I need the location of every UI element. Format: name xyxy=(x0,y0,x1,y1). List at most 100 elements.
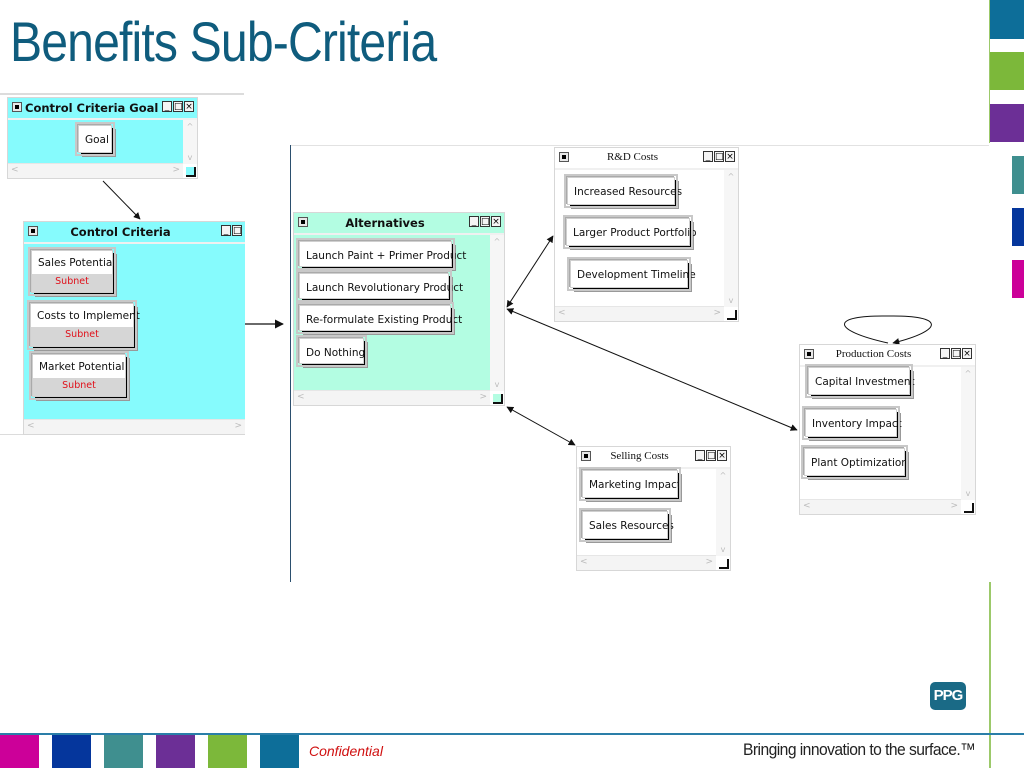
node-costs-to-implement[interactable]: Costs to Implement Subnet xyxy=(27,300,140,350)
node-sales-potential[interactable]: Sales Potential Subnet xyxy=(28,247,116,296)
window-title: Selling Costs xyxy=(610,450,669,462)
vertical-scrollbar[interactable]: ^ v xyxy=(961,367,975,500)
scroll-up-icon[interactable]: ^ xyxy=(963,369,973,378)
resize-grip[interactable] xyxy=(719,559,729,569)
node-development-timeline[interactable]: Development Timeline xyxy=(567,257,696,291)
scroll-right-icon[interactable]: > xyxy=(172,165,180,175)
window-titlebar[interactable]: Control Criteria _ □ xyxy=(24,222,245,244)
window-titlebar[interactable]: Selling Costs _ □ × xyxy=(577,447,730,469)
system-menu-icon[interactable] xyxy=(581,451,591,461)
system-menu-icon[interactable] xyxy=(298,217,308,227)
scroll-down-icon[interactable]: v xyxy=(726,296,736,305)
maximize-icon[interactable]: □ xyxy=(714,151,724,162)
scroll-up-icon[interactable]: ^ xyxy=(726,172,736,181)
close-icon[interactable]: × xyxy=(962,348,972,359)
minimize-icon[interactable]: _ xyxy=(469,216,479,227)
scroll-left-icon[interactable]: < xyxy=(11,165,19,175)
system-menu-icon[interactable] xyxy=(12,102,22,112)
node-market-potential[interactable]: Market Potential Subnet xyxy=(29,351,129,400)
vertical-scrollbar[interactable]: ^ v xyxy=(183,120,197,164)
window-rd-costs[interactable]: R&D Costs _ □ × ^ v < > Increased Resource… xyxy=(554,147,739,322)
window-selling-costs[interactable]: Selling Costs _ □ × ^ v < > Marketing Impa… xyxy=(576,446,731,571)
maximize-icon[interactable]: □ xyxy=(706,450,716,461)
node-sales-resources[interactable]: Sales Resources xyxy=(579,508,674,542)
node-plant-optimization[interactable]: Plant Optimization xyxy=(801,445,908,479)
vertical-scrollbar[interactable]: ^ v xyxy=(490,235,504,391)
footer-rule xyxy=(0,733,1024,735)
resize-grip[interactable] xyxy=(186,167,196,177)
scroll-left-icon[interactable]: < xyxy=(27,421,35,431)
close-icon[interactable]: × xyxy=(184,101,194,112)
horizontal-scrollbar[interactable]: < > xyxy=(294,390,490,405)
vertical-scrollbar[interactable]: ^ v xyxy=(716,469,730,556)
scroll-left-icon[interactable]: < xyxy=(580,557,588,567)
self-loop-production-costs xyxy=(844,315,932,345)
scroll-down-icon[interactable]: v xyxy=(718,545,728,554)
window-titlebar[interactable]: R&D Costs _ □ × xyxy=(555,148,738,170)
minimize-icon[interactable]: _ xyxy=(162,101,172,112)
window-titlebar[interactable]: Control Criteria Goal _ □ × xyxy=(8,98,197,120)
minimize-icon[interactable]: _ xyxy=(940,348,950,359)
scroll-left-icon[interactable]: < xyxy=(558,308,566,318)
node-goal[interactable]: Goal xyxy=(75,122,115,156)
node-do-nothing[interactable]: Do Nothing xyxy=(296,335,367,367)
minimize-icon[interactable]: _ xyxy=(703,151,713,162)
scroll-up-icon[interactable]: ^ xyxy=(492,237,502,246)
node-larger-product-portfolio[interactable]: Larger Product Portfolio xyxy=(563,215,697,249)
close-icon[interactable]: × xyxy=(491,216,501,227)
scroll-down-icon[interactable]: v xyxy=(185,153,195,162)
scroll-down-icon[interactable]: v xyxy=(492,380,502,389)
arrow-goal-to-control-criteria xyxy=(102,180,141,220)
maximize-icon[interactable]: □ xyxy=(173,101,183,112)
scroll-right-icon[interactable]: > xyxy=(950,501,958,511)
subnet-label: Subnet xyxy=(65,328,99,340)
system-menu-icon[interactable] xyxy=(804,349,814,359)
window-titlebar[interactable]: Alternatives _ □ × xyxy=(294,213,504,235)
scroll-right-icon[interactable]: > xyxy=(705,557,713,567)
horizontal-scrollbar[interactable]: < > xyxy=(800,499,961,514)
maximize-icon[interactable]: □ xyxy=(232,225,242,236)
scroll-left-icon[interactable]: < xyxy=(297,392,305,402)
node-marketing-impact[interactable]: Marketing Impact xyxy=(579,467,681,501)
node-capital-investment[interactable]: Capital Investment xyxy=(805,364,915,398)
footer-bar-navy xyxy=(52,735,91,768)
horizontal-scrollbar[interactable]: < > xyxy=(577,555,716,570)
minimize-icon[interactable]: _ xyxy=(221,225,231,236)
horizontal-scrollbar[interactable]: < > xyxy=(555,306,724,321)
maximize-icon[interactable]: □ xyxy=(951,348,961,359)
footer-bar-green xyxy=(208,735,247,768)
window-alternatives[interactable]: Alternatives _ □ × ^ v < > Launch Paint + … xyxy=(293,212,505,406)
window-production-costs[interactable]: Production Costs _ □ × ^ v < > Capital Inv… xyxy=(799,344,976,515)
horizontal-scrollbar[interactable]: < > xyxy=(8,163,183,178)
ppg-logo-text: PPG xyxy=(933,687,964,704)
window-control-criteria[interactable]: Control Criteria _ □ < > Sales Potential … xyxy=(23,221,245,435)
scroll-down-icon[interactable]: v xyxy=(963,489,973,498)
system-menu-icon[interactable] xyxy=(28,226,38,236)
resize-grip[interactable] xyxy=(727,310,737,320)
scroll-right-icon[interactable]: > xyxy=(479,392,487,402)
scroll-right-icon[interactable]: > xyxy=(234,421,242,431)
footer-bar-brand-blue xyxy=(260,735,299,768)
scroll-up-icon[interactable]: ^ xyxy=(185,122,195,131)
maximize-icon[interactable]: □ xyxy=(480,216,490,227)
node-launch-revolutionary[interactable]: Launch Revolutionary Product xyxy=(296,270,463,302)
resize-grip[interactable] xyxy=(493,394,503,404)
node-launch-paint-primer[interactable]: Launch Paint + Primer Product xyxy=(296,238,466,270)
vertical-scrollbar[interactable]: ^ v xyxy=(724,170,738,307)
footer-bar-purple xyxy=(156,735,195,768)
node-reformulate-existing[interactable]: Re-formulate Existing Product xyxy=(296,302,462,334)
scroll-right-icon[interactable]: > xyxy=(713,308,721,318)
system-menu-icon[interactable] xyxy=(559,152,569,162)
resize-grip[interactable] xyxy=(964,503,974,513)
minimize-icon[interactable]: _ xyxy=(695,450,705,461)
window-control-criteria-goal[interactable]: Control Criteria Goal _ □ × ^ v < > Goal xyxy=(7,97,198,179)
scroll-left-icon[interactable]: < xyxy=(803,501,811,511)
window-titlebar[interactable]: Production Costs _ □ × xyxy=(800,345,975,367)
horizontal-scrollbar[interactable]: < > xyxy=(24,419,245,434)
node-increased-resources[interactable]: Increased Resources xyxy=(564,174,682,208)
node-inventory-impact[interactable]: Inventory Impact xyxy=(802,406,902,440)
scroll-up-icon[interactable]: ^ xyxy=(718,471,728,480)
close-icon[interactable]: × xyxy=(717,450,727,461)
close-icon[interactable]: × xyxy=(725,151,735,162)
footer-bar-teal xyxy=(104,735,143,768)
